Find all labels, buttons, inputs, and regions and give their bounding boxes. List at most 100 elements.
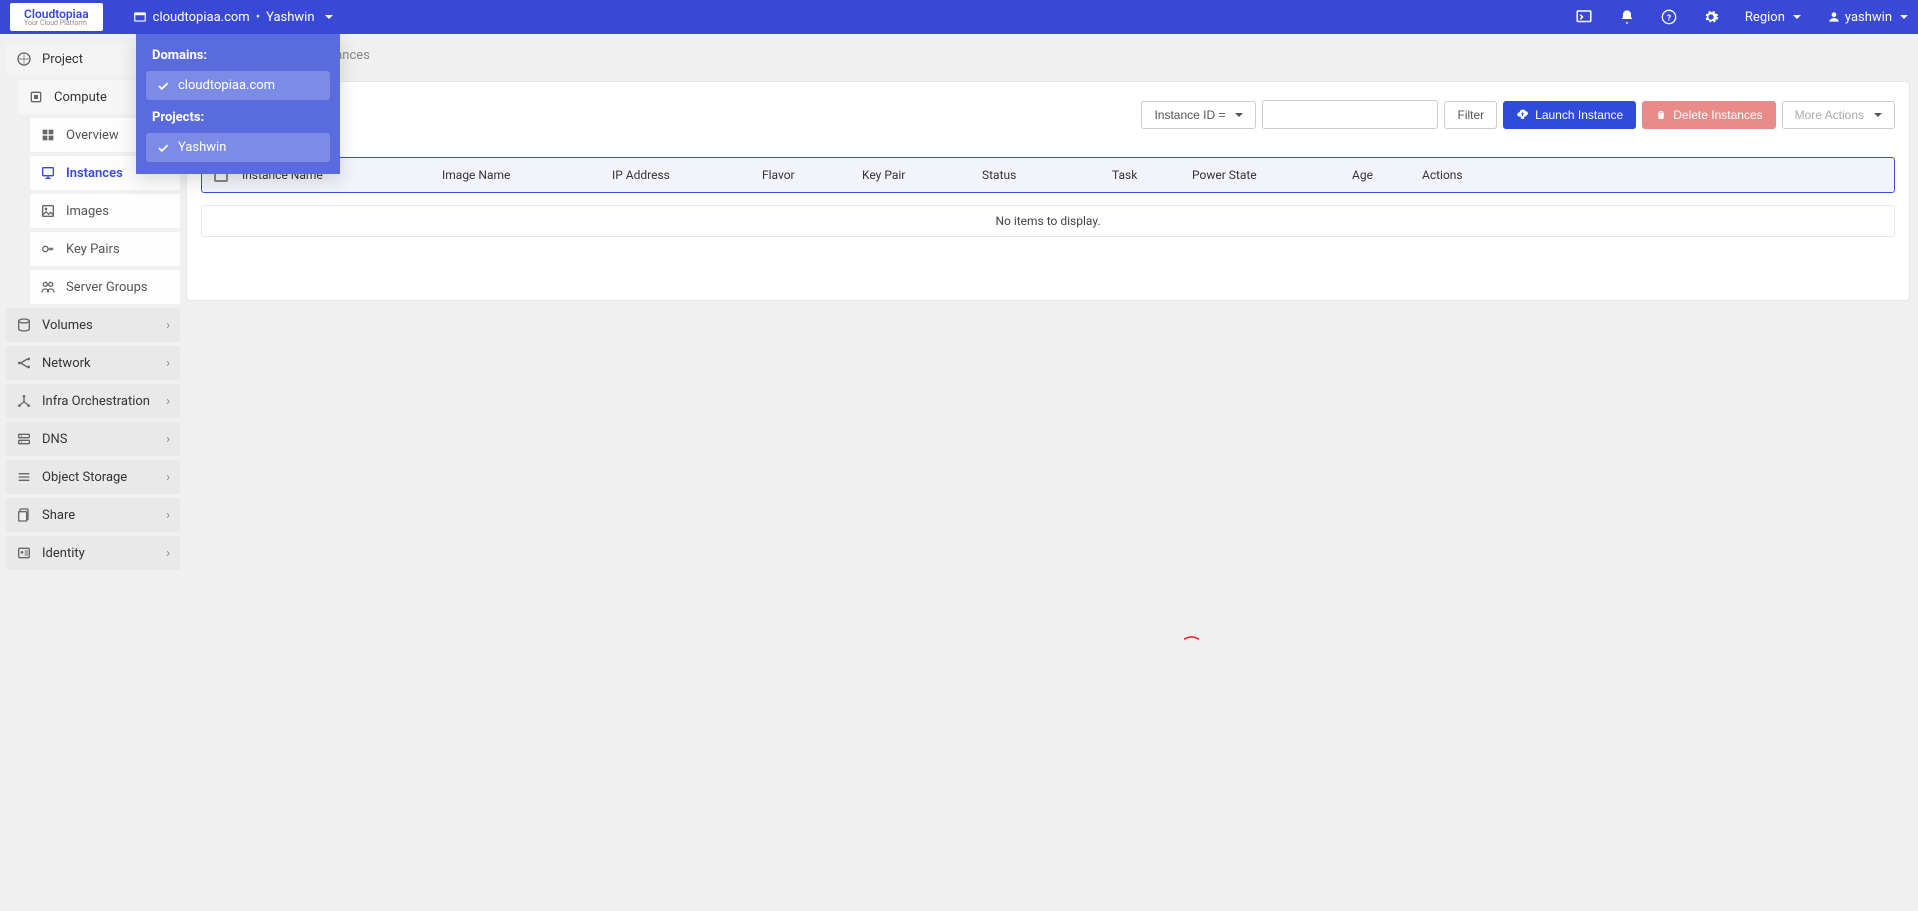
sidebar-item-server-groups[interactable]: Server Groups (30, 270, 180, 304)
filter-button[interactable]: Filter (1444, 101, 1497, 129)
column-header-ip[interactable]: IP Address (612, 168, 762, 182)
key-pairs-icon (40, 241, 56, 257)
sidebar-item-object-storage[interactable]: Object Storage › (6, 460, 180, 494)
topbar: Cloudtopiaa Your Cloud Platform cloudtop… (0, 0, 1918, 34)
instances-icon (40, 165, 56, 181)
annotation-mark: ⁀ (1185, 636, 1198, 655)
dropdown-domains-label: Domains: (152, 48, 324, 63)
chevron-right-icon: › (166, 508, 170, 523)
svg-text:?: ? (1667, 13, 1671, 23)
sidebar-item-dns[interactable]: DNS › (6, 422, 180, 456)
sidebar-item-label: Compute (54, 90, 107, 105)
chevron-down-icon (1793, 15, 1801, 19)
sidebar-item-label: Network (42, 356, 91, 371)
sidebar-item-key-pairs[interactable]: Key Pairs (30, 232, 180, 266)
launch-instance-button[interactable]: Launch Instance (1503, 101, 1636, 129)
delete-instances-label: Delete Instances (1673, 108, 1762, 122)
sidebar-item-label: Server Groups (66, 280, 148, 295)
sidebar-item-infra[interactable]: Infra Orchestration › (6, 384, 180, 418)
project-icon (16, 51, 32, 67)
chevron-right-icon: › (166, 356, 170, 371)
sidebar-item-volumes[interactable]: Volumes › (6, 308, 180, 342)
share-icon (16, 507, 32, 523)
chevron-right-icon: › (166, 318, 170, 333)
column-header-power[interactable]: Power State (1192, 168, 1352, 182)
dropdown-domain-item-label: cloudtopiaa.com (178, 78, 275, 93)
sidebar-item-share[interactable]: Share › (6, 498, 180, 532)
region-dropdown[interactable]: Region (1745, 10, 1801, 25)
column-header-status[interactable]: Status (982, 168, 1112, 182)
project-switcher-project: Yashwin (266, 10, 314, 25)
sidebar-item-network[interactable]: Network › (6, 346, 180, 380)
sidebar-item-label: Overview (66, 128, 119, 143)
instances-toolbar: Instance ID = Filter Launch Instance Del… (201, 100, 1895, 129)
sidebar-item-label: Volumes (42, 318, 93, 333)
project-switcher-domain: cloudtopiaa.com (153, 10, 250, 25)
filter-button-label: Filter (1457, 108, 1484, 122)
filter-column-dropdown[interactable]: Instance ID = (1141, 101, 1256, 129)
dropdown-domain-item[interactable]: cloudtopiaa.com (146, 71, 330, 100)
chevron-right-icon: › (166, 394, 170, 409)
domain-icon (133, 10, 147, 24)
user-icon (1827, 10, 1841, 24)
help-icon[interactable]: ? (1661, 9, 1677, 25)
sidebar-item-label: Project (42, 52, 83, 67)
instances-table-empty: No items to display. (201, 205, 1895, 237)
sidebar-item-label: DNS (42, 432, 68, 447)
sidebar-item-label: Share (42, 508, 75, 523)
sidebar-item-label: Infra Orchestration (42, 394, 150, 409)
sidebar-item-label: Identity (42, 546, 85, 561)
column-header-age[interactable]: Age (1352, 168, 1422, 182)
sidebar-item-label: Key Pairs (66, 242, 120, 257)
user-name: yashwin (1845, 10, 1892, 25)
server-groups-icon (40, 279, 56, 295)
trash-icon (1655, 109, 1667, 121)
chevron-right-icon: › (166, 546, 170, 561)
region-label: Region (1745, 10, 1785, 25)
overview-icon (40, 127, 56, 143)
bell-icon[interactable] (1619, 9, 1635, 25)
object-storage-icon (16, 469, 32, 485)
infra-icon (16, 393, 32, 409)
sidebar-item-images[interactable]: Images (30, 194, 180, 228)
launch-instance-label: Launch Instance (1535, 108, 1623, 122)
terminal-icon[interactable] (1575, 8, 1593, 26)
check-icon (156, 79, 170, 93)
sidebar-item-label: Images (66, 204, 109, 219)
filter-column-label: Instance ID = (1154, 108, 1225, 122)
delete-instances-button[interactable]: Delete Instances (1642, 101, 1775, 129)
column-header-actions: Actions (1422, 168, 1882, 182)
sidebar-item-identity[interactable]: Identity › (6, 536, 180, 570)
dropdown-project-item-label: Yashwin (178, 140, 226, 155)
column-header-flavor[interactable]: Flavor (762, 168, 862, 182)
column-header-image[interactable]: Image Name (442, 168, 612, 182)
project-switcher-dropdown: Domains: cloudtopiaa.com Projects: Yashw… (136, 34, 340, 174)
project-switcher[interactable]: cloudtopiaa.com • Yashwin (133, 10, 333, 25)
gear-icon[interactable] (1703, 9, 1719, 25)
main-content: Project / Compute / Instances Instance I… (186, 34, 1918, 582)
breadcrumb: Project / Compute / Instances (196, 48, 1910, 63)
chevron-right-icon: › (166, 432, 170, 447)
column-header-keypair[interactable]: Key Pair (862, 168, 982, 182)
chevron-down-icon (325, 15, 333, 19)
topbar-right: ? Region yashwin (1575, 8, 1908, 26)
chevron-right-icon: › (166, 470, 170, 485)
dropdown-projects-label: Projects: (152, 110, 324, 125)
user-menu[interactable]: yashwin (1827, 10, 1908, 25)
dropdown-project-item[interactable]: Yashwin (146, 133, 330, 162)
instances-table: Instance Name Image Name IP Address Flav… (201, 157, 1895, 193)
chevron-down-icon (1874, 113, 1882, 117)
brand-tagline: Your Cloud Platform (24, 19, 89, 27)
instances-table-header: Instance Name Image Name IP Address Flav… (202, 158, 1894, 192)
chevron-down-icon (1235, 113, 1243, 117)
filter-input[interactable] (1262, 100, 1438, 129)
compute-icon (28, 89, 44, 105)
empty-text: No items to display. (995, 214, 1100, 228)
dns-icon (16, 431, 32, 447)
images-icon (40, 203, 56, 219)
column-header-task[interactable]: Task (1112, 168, 1192, 182)
brand-logo[interactable]: Cloudtopiaa Your Cloud Platform (10, 3, 103, 31)
network-icon (16, 355, 32, 371)
volumes-icon (16, 317, 32, 333)
more-actions-dropdown[interactable]: More Actions (1782, 101, 1895, 129)
